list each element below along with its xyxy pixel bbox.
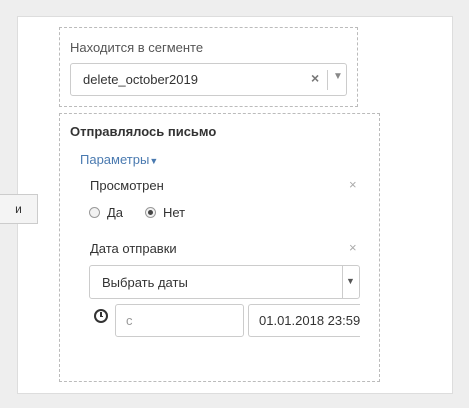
clock-icon bbox=[94, 309, 108, 323]
radio-yes[interactable]: Да bbox=[89, 205, 123, 220]
side-tab[interactable]: и bbox=[0, 194, 38, 224]
radio-yes-label: Да bbox=[107, 205, 124, 220]
select-divider bbox=[327, 70, 328, 90]
date-range-select[interactable]: Выбрать даты ▼ bbox=[89, 265, 360, 299]
chevron-down-icon[interactable]: ▼ bbox=[346, 276, 355, 286]
send-date-label: Дата отправки bbox=[90, 241, 177, 256]
clear-icon[interactable]: × bbox=[311, 70, 319, 86]
email-sent-condition: Отправлялось письмо Параметры▼ Просмотре… bbox=[59, 113, 380, 382]
params-label: Параметры bbox=[80, 152, 150, 167]
caret-down-icon: ▼ bbox=[149, 156, 159, 166]
viewed-label: Просмотрен bbox=[90, 178, 164, 193]
remove-send-date-icon[interactable]: × bbox=[349, 240, 357, 255]
params-dropdown[interactable]: Параметры▼ bbox=[80, 152, 158, 167]
date-from-input[interactable]: с bbox=[115, 304, 244, 337]
select-divider bbox=[342, 266, 343, 298]
radio-no-icon[interactable] bbox=[145, 207, 156, 218]
segment-label: Находится в сегменте bbox=[70, 40, 204, 55]
radio-no-label: Нет bbox=[163, 205, 186, 220]
condition-title: Отправлялось письмо bbox=[70, 124, 217, 139]
date-to-input[interactable]: 01.01.2018 23:59 bbox=[248, 304, 360, 337]
segment-value: delete_october2019 bbox=[83, 72, 198, 87]
segment-select[interactable]: delete_october2019 × ▼ bbox=[70, 63, 347, 96]
radio-no[interactable]: Нет bbox=[145, 205, 185, 220]
side-tab-label: и bbox=[15, 202, 22, 216]
date-range-value: Выбрать даты bbox=[102, 275, 188, 290]
chevron-down-icon[interactable]: ▼ bbox=[333, 71, 343, 82]
remove-viewed-icon[interactable]: × bbox=[349, 177, 357, 192]
radio-yes-icon[interactable] bbox=[89, 207, 100, 218]
segment-condition: Находится в сегменте delete_october2019 … bbox=[59, 27, 358, 107]
